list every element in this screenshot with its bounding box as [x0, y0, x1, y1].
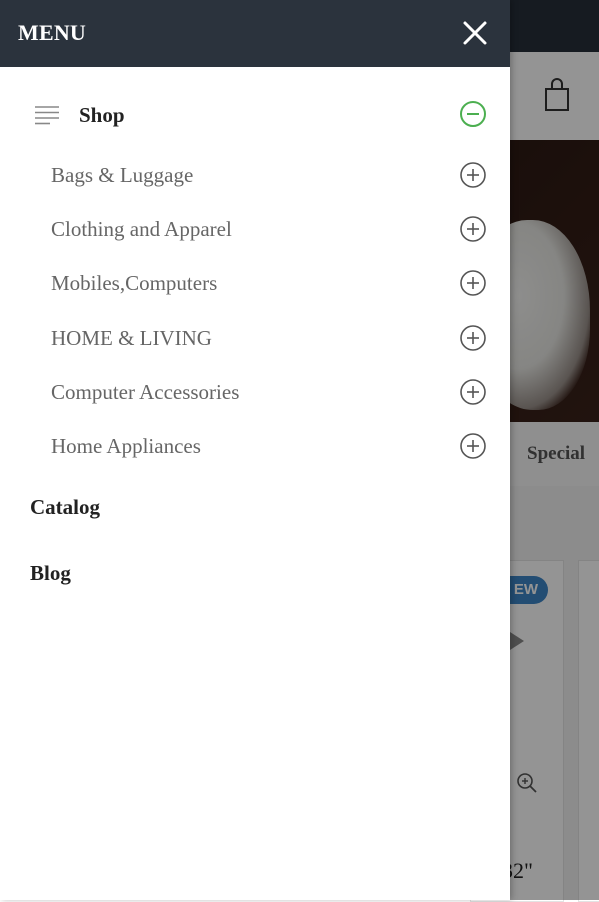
submenu-item-mobiles-computers[interactable]: Mobiles,Computers	[0, 261, 510, 307]
plus-circle-icon[interactable]	[459, 378, 487, 406]
submenu-item-label: Mobiles,Computers	[51, 271, 218, 295]
submenu-item-clothing-apparel[interactable]: Clothing and Apparel	[0, 207, 510, 253]
plus-circle-icon[interactable]	[459, 161, 487, 189]
list-icon	[35, 106, 59, 125]
plus-circle-icon[interactable]	[459, 432, 487, 460]
plus-circle-icon[interactable]	[459, 215, 487, 243]
menu-item-blog[interactable]: Blog	[30, 561, 71, 586]
submenu-item-bags-luggage[interactable]: Bags & Luggage	[0, 153, 510, 199]
plus-circle-icon[interactable]	[459, 324, 487, 352]
submenu-item-home-living[interactable]: HOME & LIVING	[0, 316, 510, 362]
submenu-item-label: Home Appliances	[51, 434, 201, 458]
submenu-item-label: Bags & Luggage	[51, 163, 194, 187]
submenu-item-label: HOME & LIVING	[51, 326, 212, 350]
menu-item-catalog[interactable]: Catalog	[30, 495, 100, 520]
submenu-item-label: Computer Accessories	[51, 380, 240, 404]
drawer-header: MENU	[0, 0, 510, 67]
plus-circle-icon[interactable]	[459, 269, 487, 297]
minus-circle-icon[interactable]	[459, 100, 487, 128]
side-menu-drawer: MENU Shop Bags & Luggage Clothing and Ap…	[0, 0, 510, 900]
menu-item-shop-label: Shop	[79, 103, 125, 127]
submenu-item-label: Clothing and Apparel	[51, 217, 232, 241]
close-icon[interactable]	[460, 18, 490, 48]
menu-item-shop[interactable]: Shop	[0, 92, 510, 138]
submenu-item-home-appliances[interactable]: Home Appliances	[0, 424, 510, 470]
submenu-item-computer-accessories[interactable]: Computer Accessories	[0, 370, 510, 416]
drawer-title: MENU	[18, 20, 87, 45]
